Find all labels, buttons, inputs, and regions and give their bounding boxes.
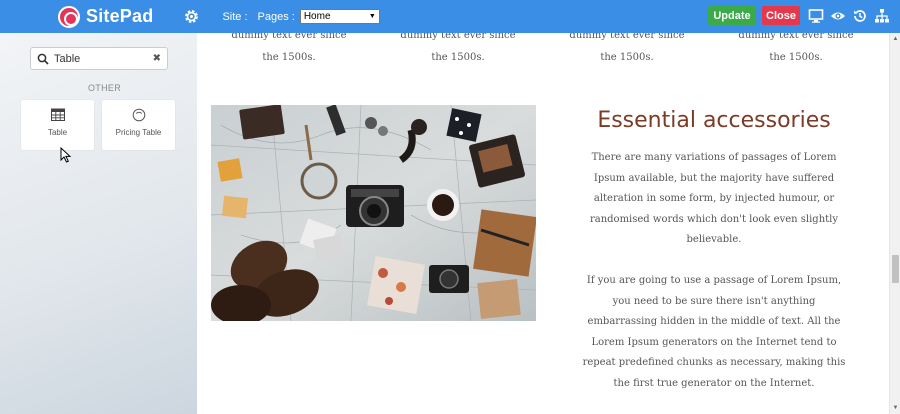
search-input-value[interactable]: Table	[54, 53, 153, 65]
desktop-preview-icon[interactable]	[808, 8, 824, 24]
text-column-2[interactable]: dummy text ever since the 1500s.	[383, 33, 533, 69]
widget-label-pricing-table: Pricing Table	[115, 128, 162, 137]
pages-select-value: Home	[303, 11, 331, 22]
sitepad-logo-icon	[58, 5, 80, 28]
search-icon	[37, 53, 49, 65]
text-column-1[interactable]: dummy text ever since the 1500s.	[214, 33, 364, 69]
paragraph-line: alteration in some form, by injected hum…	[593, 193, 835, 205]
clear-search-icon[interactable]: ✖	[153, 53, 161, 64]
widget-label-table: Table	[47, 128, 68, 137]
section-label-other: OTHER	[88, 83, 121, 93]
text-column-4[interactable]: dummy text ever since the 1500s.	[721, 33, 871, 69]
gear-icon[interactable]	[183, 8, 200, 25]
pages-label: Pages :	[257, 10, 295, 23]
paragraph-line: repeat predefined chunks as necessary, m…	[582, 357, 846, 369]
paragraph-line: There are many variations of passages of…	[591, 152, 837, 163]
paragraph-2[interactable]: If you are going to use a passage of Lor…	[577, 271, 851, 395]
scroll-up-arrow-icon[interactable]: ▲	[892, 36, 899, 42]
paragraph-line: you need to be sure there isn't anything	[612, 295, 816, 307]
column-text-line: dummy text ever since	[400, 33, 516, 41]
pages-select[interactable]: Home ▼	[299, 9, 380, 24]
scrollbar-thumb[interactable]	[892, 255, 899, 283]
table-icon	[51, 108, 65, 121]
text-column-3[interactable]: dummy text ever since the 1500s.	[552, 33, 702, 69]
widget-search-input[interactable]: Table ✖	[30, 47, 168, 70]
sitemap-icon[interactable]	[874, 8, 890, 24]
widget-table[interactable]: Table	[21, 100, 94, 150]
section-heading[interactable]: Essential accessories	[589, 108, 839, 133]
paragraph-line: If you are going to use a passage of Lor…	[586, 275, 842, 286]
paragraph-line: randomised words which don't look even s…	[589, 213, 839, 225]
accessories-photo[interactable]	[211, 105, 536, 321]
column-text-line: the 1500s.	[431, 52, 485, 63]
paragraph-line: Ipsum available, but the majority have s…	[593, 172, 835, 184]
column-text-line: the 1500s.	[262, 52, 316, 63]
sitepad-logo: SitePad	[58, 5, 154, 28]
top-toolbar: SitePad Site : Pages : Home ▼ Update Clo…	[0, 0, 900, 33]
column-text-line: the 1500s.	[600, 52, 654, 63]
brand-name: SitePad	[86, 6, 154, 26]
close-button[interactable]: Close	[762, 6, 800, 25]
page-canvas: dummy text ever since the 1500s. dummy t…	[197, 33, 889, 414]
site-label: Site :	[222, 10, 248, 23]
column-text-line: the 1500s.	[769, 52, 823, 63]
paragraph-line: Lorem Ipsum generators on the Internet t…	[591, 336, 837, 348]
paragraph-line: believable.	[686, 234, 742, 246]
widgets-sidebar: Table ✖ OTHER Table Pricing Table	[0, 33, 197, 414]
scroll-down-arrow-icon[interactable]: ▼	[892, 405, 899, 411]
column-text-line: dummy text ever since	[738, 33, 854, 41]
eye-icon[interactable]	[830, 8, 846, 24]
column-text-line: dummy text ever since	[231, 33, 347, 41]
history-icon[interactable]	[852, 8, 868, 24]
page-scrollbar[interactable]: ▲ ▼	[889, 33, 900, 414]
column-text-line: dummy text ever since	[569, 33, 685, 41]
mouse-cursor-icon	[60, 147, 72, 163]
widget-pricing-table[interactable]: Pricing Table	[102, 100, 175, 150]
paragraph-1[interactable]: There are many variations of passages of…	[577, 148, 851, 251]
chevron-down-icon: ▼	[368, 13, 376, 20]
pricing-table-icon	[132, 108, 146, 122]
paragraph-line: the first true generator on the Internet…	[613, 377, 815, 389]
update-button[interactable]: Update	[708, 6, 756, 25]
paragraph-line: embarrassing hidden in the middle of tex…	[587, 316, 841, 328]
